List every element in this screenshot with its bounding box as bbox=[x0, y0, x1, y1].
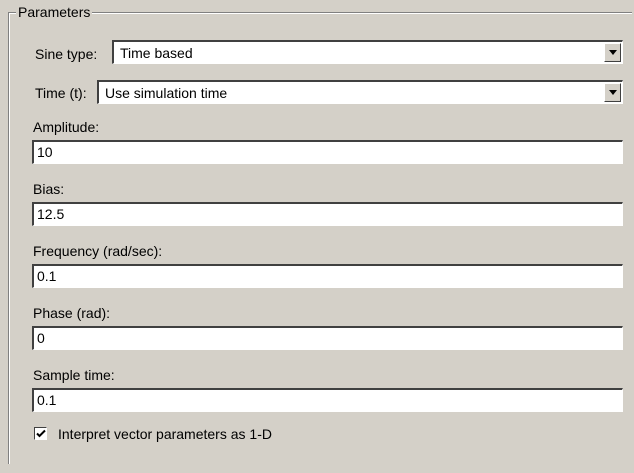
sine-type-label: Sine type: bbox=[35, 46, 98, 62]
sine-type-select[interactable]: Time based bbox=[112, 40, 623, 64]
bias-field[interactable]: 12.5 bbox=[32, 202, 623, 226]
frequency-label: Frequency (rad/sec): bbox=[33, 243, 163, 259]
sine-type-dropdown-button[interactable] bbox=[604, 43, 621, 62]
parameters-group-title: Parameters bbox=[16, 3, 93, 21]
sine-type-value: Time based bbox=[120, 44, 193, 61]
amplitude-field[interactable]: 10 bbox=[32, 140, 623, 164]
chevron-down-icon bbox=[608, 90, 617, 95]
checkmark-icon bbox=[36, 429, 46, 438]
chevron-down-icon bbox=[608, 50, 617, 55]
time-label: Time (t): bbox=[35, 85, 87, 101]
interpret-vector-checkbox[interactable] bbox=[34, 427, 47, 440]
sample-time-label: Sample time: bbox=[33, 367, 115, 383]
bias-label: Bias: bbox=[33, 181, 65, 197]
interpret-vector-label[interactable]: Interpret vector parameters as 1-D bbox=[58, 425, 272, 443]
frequency-field[interactable]: 0.1 bbox=[32, 264, 623, 288]
sample-time-field[interactable]: 0.1 bbox=[32, 388, 623, 412]
time-select[interactable]: Use simulation time bbox=[97, 80, 623, 104]
phase-label: Phase (rad): bbox=[33, 305, 111, 321]
amplitude-label: Amplitude: bbox=[33, 119, 100, 135]
phase-field[interactable]: 0 bbox=[32, 326, 623, 350]
time-value: Use simulation time bbox=[105, 84, 228, 101]
time-dropdown-button[interactable] bbox=[604, 83, 621, 102]
